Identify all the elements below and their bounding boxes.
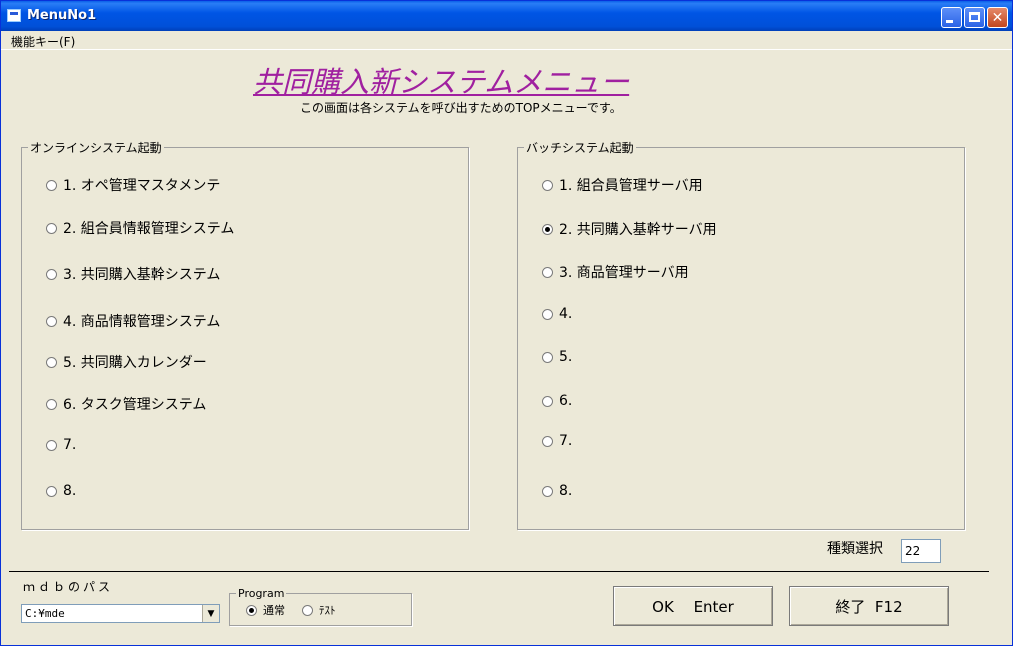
menu-function-keys[interactable]: 機能キー(F) <box>11 33 75 50</box>
batch-option-1[interactable]: 1. 組合員管理サーバ用 <box>542 175 703 195</box>
menu-bar: 機能キー(F) <box>1 31 1012 49</box>
radio-label: 5. <box>559 349 573 365</box>
ok-button[interactable]: OK Enter <box>613 586 773 626</box>
radio-label: 2. 共同購入基幹サーバ用 <box>559 222 717 238</box>
radio-button[interactable] <box>46 268 57 280</box>
kind-select-input[interactable]: 22 <box>901 539 941 563</box>
online-option-4[interactable]: 4. 商品情報管理システム <box>46 311 220 331</box>
radio-button[interactable] <box>246 604 257 616</box>
minimize-button[interactable] <box>941 7 962 28</box>
online-option-7[interactable]: 7. <box>46 437 76 453</box>
online-system-frame: オンラインシステム起動 <box>21 139 469 530</box>
online-option-1[interactable]: 1. オペ管理マスタメンテ <box>46 175 220 195</box>
section-divider <box>9 571 989 572</box>
radio-label: 通常 <box>263 604 285 617</box>
app-icon <box>7 9 21 22</box>
radio-label: 8. <box>559 483 573 499</box>
dropdown-button[interactable]: ▼ <box>202 605 219 622</box>
close-icon: ✕ <box>991 9 1004 26</box>
menu-divider <box>1 49 1012 50</box>
radio-button[interactable] <box>542 351 553 363</box>
program-option-2[interactable]: ﾃｽﾄ <box>302 602 336 618</box>
close-button[interactable]: ✕ <box>987 7 1008 28</box>
radio-button[interactable] <box>46 315 57 327</box>
page-title: 共同購入新システムメニュー <box>253 65 630 99</box>
batch-option-2[interactable]: 2. 共同購入基幹サーバ用 <box>542 219 717 239</box>
radio-label: 6. <box>559 393 573 409</box>
radio-label: 4. <box>559 306 573 322</box>
radio-label: 6. タスク管理システム <box>63 397 207 413</box>
title-bar[interactable]: MenuNo1 ✕ <box>1 1 1012 31</box>
batch-option-3[interactable]: 3. 商品管理サーバ用 <box>542 262 689 282</box>
online-option-8[interactable]: 8. <box>46 483 76 499</box>
radio-button[interactable] <box>46 222 57 234</box>
batch-option-4[interactable]: 4. <box>542 306 572 322</box>
mdb-path-value: C:¥mde <box>25 607 65 620</box>
radio-label: ﾃｽﾄ <box>319 604 336 617</box>
batch-system-frame: バッチシステム起動 <box>517 139 965 530</box>
batch-option-7[interactable]: 7. <box>542 433 572 449</box>
minimize-icon <box>946 20 953 23</box>
maximize-button[interactable] <box>964 7 985 28</box>
page-subtitle: この画面は各システムを呼び出すためのTOPメニューです。 <box>300 101 622 115</box>
chevron-down-icon: ▼ <box>207 608 215 619</box>
radio-button[interactable] <box>542 435 553 447</box>
window-title: MenuNo1 <box>27 8 97 23</box>
exit-button[interactable]: 終了 F12 <box>789 586 949 626</box>
radio-label: 1. 組合員管理サーバ用 <box>559 178 703 194</box>
online-option-5[interactable]: 5. 共同購入カレンダー <box>46 352 207 372</box>
batch-frame-title: バッチシステム起動 <box>524 139 636 156</box>
batch-option-6[interactable]: 6. <box>542 393 572 409</box>
radio-button[interactable] <box>542 223 553 235</box>
radio-label: 4. 商品情報管理システム <box>63 314 221 330</box>
radio-button[interactable] <box>46 179 57 191</box>
batch-option-5[interactable]: 5. <box>542 349 572 365</box>
mdb-path-label: ｍｄｂのパス <box>23 580 114 594</box>
radio-label: 7. <box>559 433 573 449</box>
radio-button[interactable] <box>46 356 57 368</box>
radio-label: 1. オペ管理マスタメンテ <box>63 178 221 194</box>
online-option-2[interactable]: 2. 組合員情報管理システム <box>46 218 234 238</box>
radio-label: 2. 組合員情報管理システム <box>63 221 235 237</box>
radio-button[interactable] <box>542 395 553 407</box>
radio-button[interactable] <box>542 179 553 191</box>
mdb-path-combo[interactable]: C:¥mde ▼ <box>21 604 220 623</box>
radio-button[interactable] <box>542 485 553 497</box>
radio-button[interactable] <box>46 439 57 451</box>
radio-label: 5. 共同購入カレンダー <box>63 355 207 371</box>
online-frame-title: オンラインシステム起動 <box>28 139 164 156</box>
radio-button[interactable] <box>46 398 57 410</box>
radio-label: 3. 共同購入基幹システム <box>63 267 221 283</box>
radio-button[interactable] <box>542 266 553 278</box>
radio-button[interactable] <box>302 604 313 616</box>
online-option-3[interactable]: 3. 共同購入基幹システム <box>46 264 220 284</box>
maximize-icon <box>969 12 980 22</box>
online-option-6[interactable]: 6. タスク管理システム <box>46 394 206 414</box>
radio-label: 7. <box>63 437 77 453</box>
radio-button[interactable] <box>46 485 57 497</box>
radio-button[interactable] <box>542 308 553 320</box>
app-window: MenuNo1 ✕ 機能キー(F) 共同購入新システムメニュー この画面は各シス… <box>0 0 1013 646</box>
kind-select-label: 種類選択 <box>827 541 883 557</box>
program-frame-title: Program <box>236 587 287 600</box>
radio-label: 3. 商品管理サーバ用 <box>559 265 689 281</box>
program-option-1[interactable]: 通常 <box>246 602 285 618</box>
radio-label: 8. <box>63 483 77 499</box>
batch-option-8[interactable]: 8. <box>542 483 572 499</box>
